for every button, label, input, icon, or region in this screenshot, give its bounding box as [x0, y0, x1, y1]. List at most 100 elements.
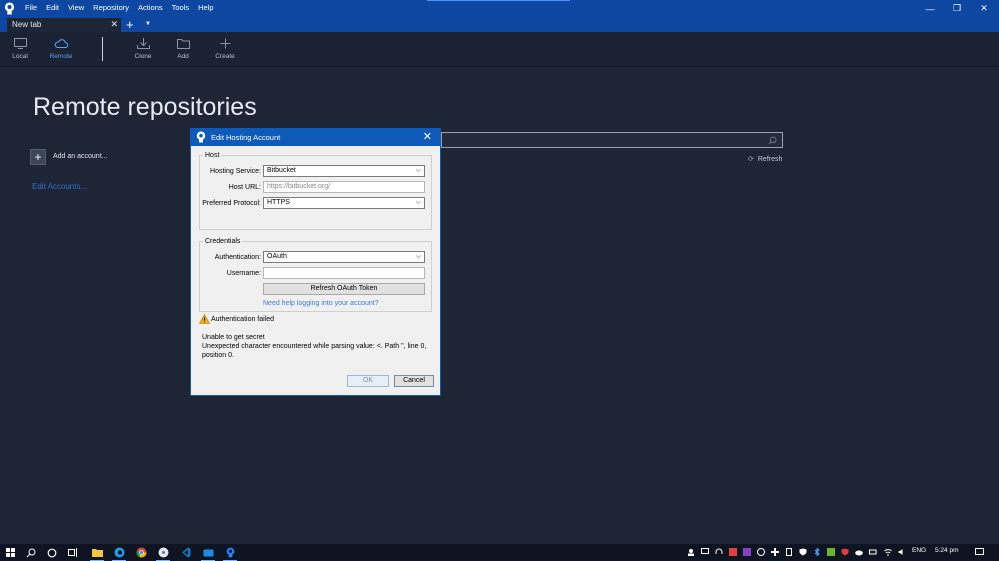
tab-close-icon[interactable]: ✕ — [110, 19, 118, 30]
vscode-icon[interactable] — [175, 544, 195, 561]
task-view-icon[interactable] — [63, 544, 83, 561]
close-window-button[interactable]: ✕ — [970, 0, 998, 17]
tray-antivirus-icon[interactable] — [841, 548, 849, 556]
dialog-title: Edit Hosting Account — [211, 133, 281, 142]
host-legend: Host — [205, 152, 220, 159]
tray-headset-icon[interactable] — [715, 548, 723, 556]
chevron-down-icon: ⌵ — [415, 167, 421, 174]
menu-edit[interactable]: Edit — [46, 3, 59, 12]
tray-user-icon[interactable] — [687, 548, 695, 556]
menu-view[interactable]: View — [68, 3, 84, 12]
edge-browser-icon[interactable] — [109, 544, 129, 561]
username-label: Username: — [226, 270, 261, 277]
dialog-close-icon[interactable]: ✕ — [423, 130, 432, 143]
messaging-app-icon[interactable] — [198, 544, 218, 561]
menu-repository[interactable]: Repository — [93, 3, 129, 12]
preferred-protocol-select[interactable]: HTTPS ⌵ — [263, 197, 425, 209]
authentication-select[interactable]: OAuth ⌵ — [263, 251, 425, 263]
authentication-value: OAuth — [267, 253, 287, 260]
windows-start-icon[interactable] — [0, 544, 20, 561]
title-accent-strip — [427, 0, 570, 1]
credentials-legend: Credentials — [205, 238, 241, 245]
chrome-icon[interactable] — [131, 544, 151, 561]
tray-nvidia-icon[interactable] — [827, 548, 835, 556]
tray-display-icon[interactable] — [701, 548, 709, 556]
cortana-icon[interactable] — [42, 544, 62, 561]
chrome-profile-icon[interactable] — [153, 544, 173, 561]
tab-new-tab[interactable]: New tab ✕ — [7, 18, 121, 32]
tray-volume-icon[interactable] — [898, 548, 906, 556]
monitor-icon — [13, 38, 27, 49]
sourcetree-logo-icon — [196, 131, 206, 143]
menu-bar: File Edit View Repository Actions Tools … — [25, 3, 223, 12]
tray-battery-icon[interactable] — [869, 548, 877, 556]
menu-file[interactable]: File — [25, 3, 37, 12]
tab-title: New tab — [12, 20, 42, 29]
toolbar-create-label: Create — [215, 53, 235, 60]
toolbar-local-label: Local — [12, 53, 28, 60]
tray-wifi-icon[interactable] — [884, 548, 892, 556]
add-account-label[interactable]: Add an account... — [53, 153, 107, 160]
toolbar-local-button[interactable]: Local — [0, 32, 40, 66]
search-icon[interactable] — [21, 544, 41, 561]
add-account-button[interactable]: + — [30, 149, 46, 165]
action-center-icon[interactable] — [975, 548, 984, 556]
tray-device-icon[interactable] — [785, 548, 793, 556]
refresh-label: Refresh — [757, 156, 783, 163]
cloud-icon — [54, 39, 68, 48]
search-icon — [768, 136, 777, 145]
toolbar-divider — [102, 37, 103, 61]
toolbar-create-button[interactable]: Create — [205, 32, 245, 66]
tray-cloud-icon[interactable] — [855, 548, 863, 556]
refresh-button[interactable]: ⟳ Refresh — [748, 155, 782, 163]
toolbar: Local Remote Clone Add Create — [0, 32, 999, 67]
hosting-service-value: Bitbucket — [267, 167, 296, 174]
sourcetree-taskbar-icon[interactable] — [220, 544, 240, 561]
windows-taskbar: ENG 5:24 pm — [0, 544, 999, 561]
toolbar-add-label: Add — [177, 53, 189, 60]
minimize-button[interactable]: — — [916, 0, 944, 17]
hosting-service-select[interactable]: Bitbucket ⌵ — [263, 165, 425, 177]
toolbar-add-button[interactable]: Add — [163, 32, 203, 66]
warning-icon — [199, 314, 210, 324]
tray-xbox-icon[interactable] — [757, 548, 765, 556]
host-url-field[interactable]: https://bitbucket.org/ — [263, 181, 425, 193]
toolbar-clone-label: Clone — [134, 53, 152, 60]
ok-button[interactable]: OK — [347, 375, 389, 387]
tab-dropdown-icon[interactable]: ▼ — [145, 17, 151, 32]
host-url-label: Host URL: — [228, 184, 261, 191]
plus-icon — [220, 38, 230, 49]
restore-button[interactable]: ❐ — [943, 0, 971, 17]
new-tab-button[interactable]: + — [126, 17, 134, 32]
tray-onenote-icon[interactable] — [743, 548, 751, 556]
repository-search-input[interactable] — [441, 132, 783, 148]
username-field[interactable] — [263, 267, 425, 279]
cancel-button[interactable]: Cancel — [394, 375, 434, 387]
menu-help[interactable]: Help — [198, 3, 213, 12]
download-icon — [136, 38, 150, 49]
authentication-label: Authentication: — [214, 254, 261, 261]
tray-bluetooth-icon[interactable] — [813, 547, 821, 557]
menu-actions[interactable]: Actions — [138, 3, 163, 12]
chevron-down-icon: ⌵ — [415, 199, 421, 206]
toolbar-remote-label: Remote — [49, 53, 73, 60]
edit-hosting-account-dialog: Edit Hosting Account ✕ Host Hosting Serv… — [190, 128, 441, 396]
tray-clock[interactable]: 5:24 pm — [935, 547, 959, 554]
tray-slack-icon[interactable] — [771, 548, 779, 556]
auth-status-message: Authentication failed — [211, 316, 275, 323]
login-help-link[interactable]: Need help logging into your account? — [263, 300, 379, 307]
refresh-oauth-token-button[interactable]: Refresh OAuth Token — [263, 283, 425, 295]
tray-language[interactable]: ENG — [912, 547, 926, 554]
tray-security-icon[interactable] — [799, 548, 807, 556]
preferred-protocol-label: Preferred Protocol: — [202, 200, 261, 207]
preferred-protocol-value: HTTPS — [267, 199, 290, 206]
edit-accounts-link[interactable]: Edit Accounts... — [32, 182, 87, 191]
file-explorer-icon[interactable] — [87, 544, 107, 561]
folder-icon — [176, 39, 190, 49]
toolbar-clone-button[interactable]: Clone — [123, 32, 163, 66]
tray-app-icon[interactable] — [729, 548, 737, 556]
menu-tools[interactable]: Tools — [172, 3, 190, 12]
toolbar-remote-button[interactable]: Remote — [41, 32, 81, 66]
sourcetree-logo-icon[interactable] — [4, 2, 15, 15]
page-title: Remote repositories — [33, 93, 257, 121]
